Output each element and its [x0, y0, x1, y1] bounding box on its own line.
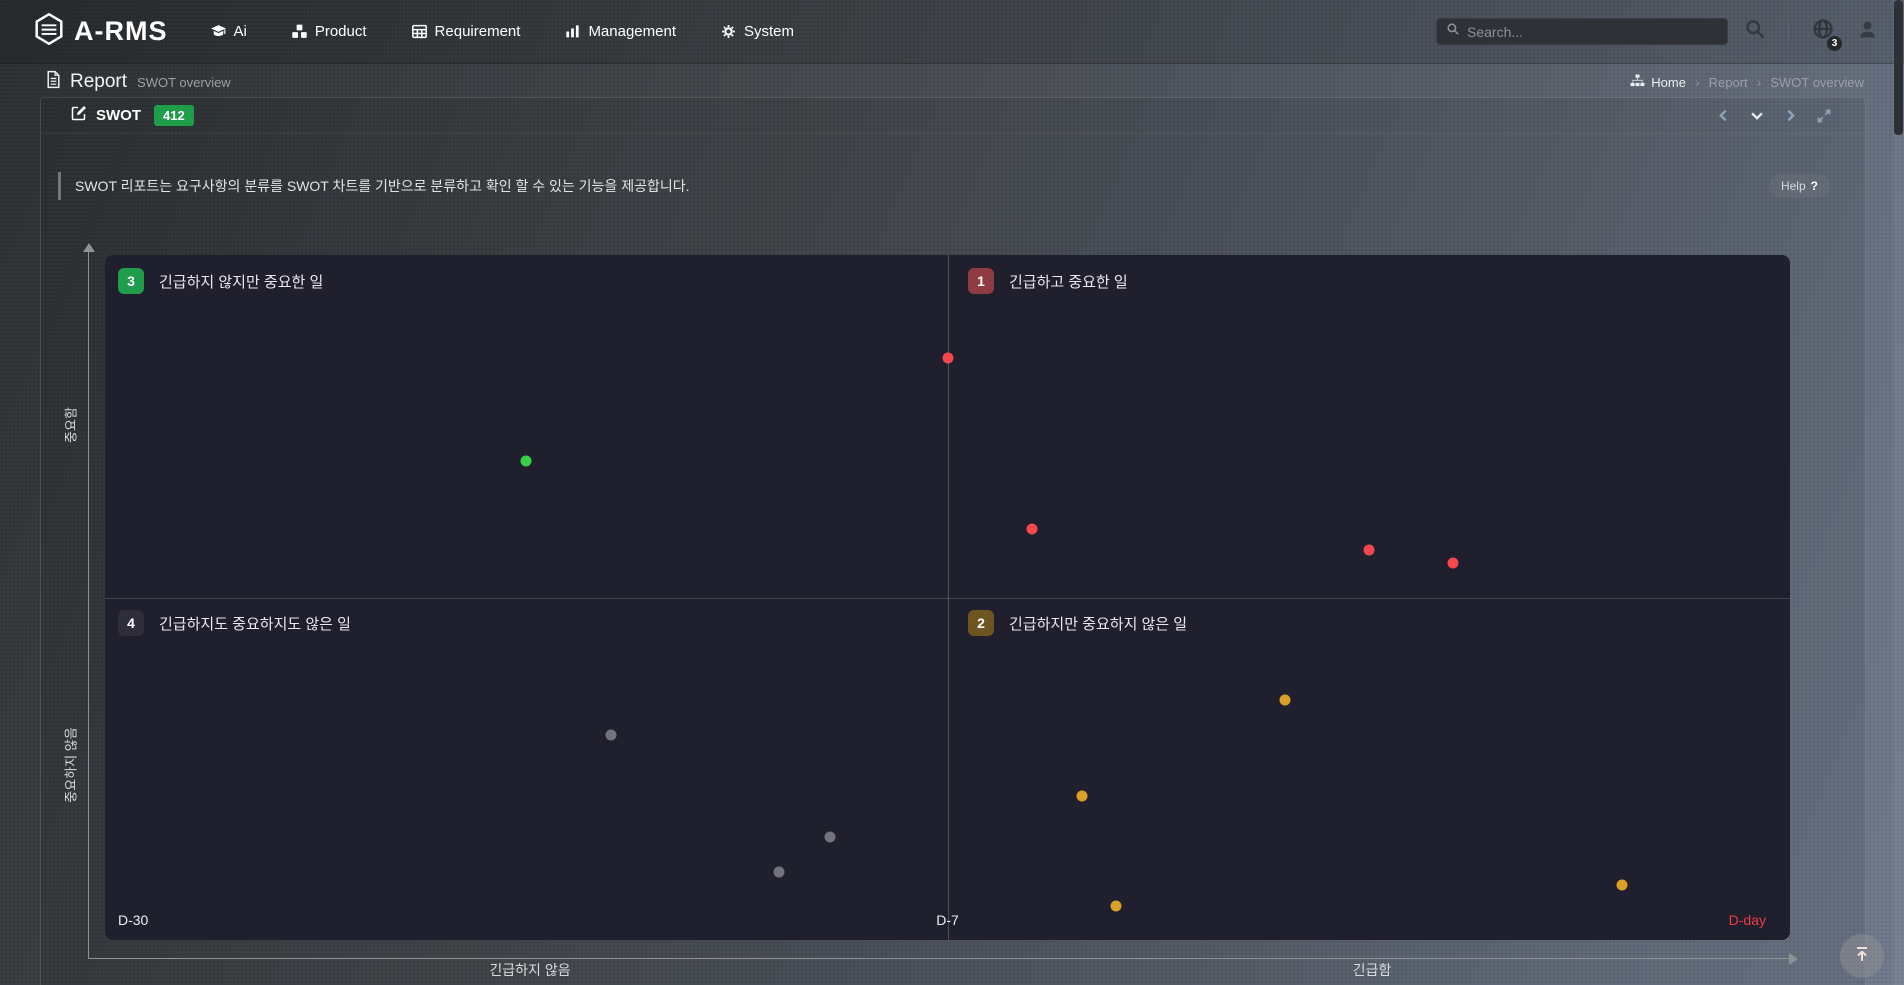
card-controls	[1717, 109, 1831, 123]
menu-label: System	[744, 23, 794, 40]
data-point-gray[interactable]	[824, 832, 835, 843]
chevron-left-icon[interactable]	[1717, 109, 1730, 122]
x-axis-line	[88, 958, 1791, 959]
arrow-up-icon	[1852, 944, 1872, 969]
description-accent-bar	[58, 172, 61, 200]
tick-d30: D-30	[118, 912, 148, 928]
y-axis-line	[88, 251, 89, 958]
menu-label: Product	[315, 23, 367, 40]
help-label: Help	[1781, 179, 1806, 193]
scrollbar-thumb[interactable]	[1894, 0, 1903, 135]
quadrant-label-text: 긴급하지 않지만 중요한 일	[159, 271, 323, 292]
quadrant-label-text: 긴급하고 중요한 일	[1009, 271, 1128, 292]
table-icon	[411, 23, 428, 40]
data-point-gray[interactable]	[605, 729, 616, 740]
tick-dday: D-day	[1729, 912, 1766, 928]
pencil-square-icon	[71, 105, 87, 126]
breadcrumb-label: Home	[1651, 75, 1686, 90]
quadrant-1-badge: 1	[968, 268, 994, 294]
page-scrollbar[interactable]	[1893, 0, 1904, 985]
search-input[interactable]	[1467, 24, 1718, 40]
search-input-icon	[1446, 22, 1460, 41]
data-point-orange[interactable]	[1279, 695, 1290, 706]
x-axis-label-left: 긴급하지 않음	[489, 960, 570, 980]
help-button[interactable]: Help ?	[1769, 174, 1830, 198]
search-button-icon[interactable]	[1744, 18, 1766, 45]
nav-divider	[1788, 19, 1789, 45]
sitemap-icon	[1630, 74, 1645, 90]
y-axis-label-top: 중요함	[61, 407, 80, 443]
question-mark-icon: ?	[1811, 179, 1818, 193]
cubes-icon	[291, 23, 308, 40]
data-point-gray[interactable]	[774, 866, 785, 877]
quadrant-label-text: 긴급하지만 중요하지 않은 일	[1009, 613, 1187, 634]
data-point-orange[interactable]	[1077, 791, 1088, 802]
swot-count-badge[interactable]: 412	[154, 105, 194, 126]
app-logo[interactable]: A-RMS	[34, 13, 168, 50]
main-menu: Ai Product Requirement Management System	[210, 23, 795, 40]
horizontal-divider	[105, 598, 1790, 599]
top-navbar: A-RMS Ai Product Requirement Management	[0, 0, 1904, 64]
notification-count-badge: 3	[1827, 36, 1842, 51]
quadrant-2-badge: 2	[968, 610, 994, 636]
breadcrumb-home[interactable]: Home	[1630, 74, 1686, 90]
scroll-to-top-button[interactable]	[1840, 934, 1884, 978]
data-point-orange[interactable]	[1111, 900, 1122, 911]
menu-item-requirement[interactable]: Requirement	[411, 23, 521, 40]
user-icon[interactable]	[1857, 19, 1878, 45]
page-title-group: Report SWOT overview	[45, 70, 231, 94]
page-subtitle: SWOT overview	[137, 75, 231, 90]
swot-quadrant-chart: 3 긴급하지 않지만 중요한 일 1 긴급하고 중요한 일 4 긴급하지도 중요…	[105, 255, 1790, 940]
quadrant-3-label: 3 긴급하지 않지만 중요한 일	[118, 268, 323, 294]
logo-hexagon-icon	[34, 13, 64, 50]
x-axis-arrow	[1789, 953, 1798, 965]
description-text: SWOT 리포트는 요구사항의 분류를 SWOT 차트를 기반으로 분류하고 확…	[75, 176, 690, 196]
breadcrumb-current: SWOT overview	[1770, 75, 1864, 90]
document-icon	[45, 70, 62, 94]
data-point-orange[interactable]	[1616, 880, 1627, 891]
swot-card-header: SWOT 412	[41, 98, 1865, 134]
breadcrumb-report[interactable]: Report	[1709, 75, 1748, 90]
menu-label: Ai	[234, 23, 247, 40]
data-point-green[interactable]	[521, 455, 532, 466]
card-title-group: SWOT 412	[71, 105, 194, 126]
chevron-right-icon[interactable]	[1784, 109, 1797, 122]
quadrant-4-badge: 4	[118, 610, 144, 636]
menu-item-system[interactable]: System	[720, 23, 794, 40]
page-title: Report	[70, 71, 127, 93]
chevron-down-icon[interactable]	[1750, 109, 1764, 122]
x-axis-label-right: 긴급함	[1353, 960, 1392, 980]
data-point-red[interactable]	[1026, 524, 1037, 535]
notification-globe-icon[interactable]: 3	[1811, 17, 1835, 46]
data-point-red[interactable]	[942, 352, 953, 363]
menu-item-ai[interactable]: Ai	[210, 23, 247, 40]
quadrant-1-label: 1 긴급하고 중요한 일	[968, 268, 1128, 294]
navbar-right: 3	[1436, 17, 1878, 46]
breadcrumb-separator: ›	[1757, 74, 1762, 90]
data-point-red[interactable]	[1448, 558, 1459, 569]
menu-item-management[interactable]: Management	[564, 23, 676, 40]
data-point-red[interactable]	[1363, 544, 1374, 555]
description-row: SWOT 리포트는 요구사항의 분류를 SWOT 차트를 기반으로 분류하고 확…	[58, 170, 1830, 202]
y-axis-arrow	[83, 243, 95, 252]
quadrant-label-text: 긴급하지도 중요하지도 않은 일	[159, 613, 351, 634]
quadrant-2-label: 2 긴급하지만 중요하지 않은 일	[968, 610, 1187, 636]
menu-item-product[interactable]: Product	[291, 23, 367, 40]
menu-label: Requirement	[435, 23, 521, 40]
breadcrumb: Home › Report › SWOT overview	[1630, 74, 1864, 90]
search-box[interactable]	[1436, 18, 1728, 45]
cogs-icon	[720, 23, 737, 40]
tick-d7: D-7	[936, 912, 959, 928]
quadrant-3-badge: 3	[118, 268, 144, 294]
card-title: SWOT	[96, 107, 141, 124]
menu-label: Management	[588, 23, 676, 40]
breadcrumb-row: Report SWOT overview Home › Report › SWO…	[0, 64, 1904, 100]
quadrant-4-label: 4 긴급하지도 중요하지도 않은 일	[118, 610, 351, 636]
graduation-cap-icon	[210, 23, 227, 40]
y-axis-label-bottom: 중요하지 않음	[61, 727, 80, 802]
breadcrumb-separator: ›	[1695, 74, 1700, 90]
expand-icon[interactable]	[1817, 109, 1831, 123]
logo-text: A-RMS	[74, 16, 168, 47]
bar-chart-icon	[564, 23, 581, 40]
